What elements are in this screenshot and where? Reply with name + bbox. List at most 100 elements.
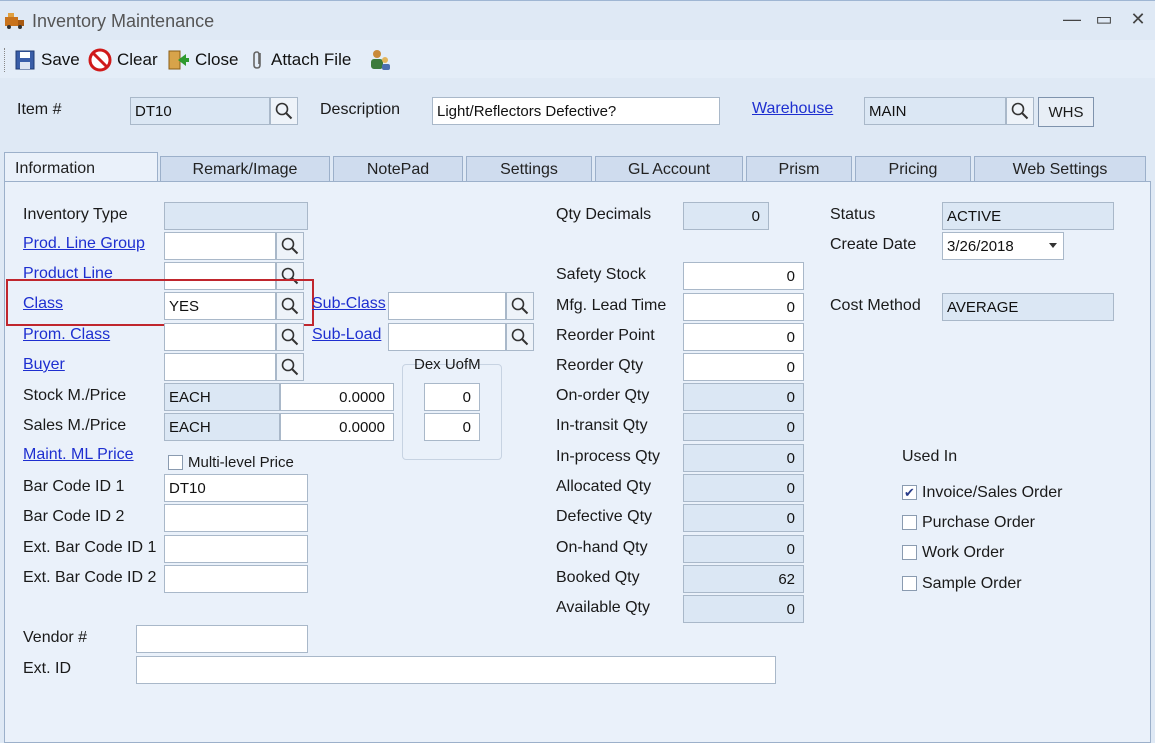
save-label: Save bbox=[41, 50, 80, 69]
sub-class-search-button[interactable] bbox=[506, 292, 534, 320]
warehouse-link[interactable]: Warehouse bbox=[752, 100, 833, 118]
used-in-label: Used In bbox=[902, 448, 958, 465]
tab-prism[interactable]: Prism bbox=[746, 156, 852, 184]
ext-id-field[interactable] bbox=[136, 656, 776, 684]
create-date-value: 3/26/2018 bbox=[947, 238, 1014, 255]
cost-method-field[interactable]: AVERAGE bbox=[942, 293, 1114, 321]
search-icon bbox=[281, 328, 299, 346]
reorder-qty-field[interactable]: 0 bbox=[683, 353, 804, 381]
qty-decimals-field[interactable]: 0 bbox=[683, 202, 769, 230]
work-order-label: Work Order bbox=[922, 544, 1005, 561]
sales-unit-field[interactable]: EACH bbox=[164, 413, 280, 441]
in-process-qty-label: In-process Qty bbox=[556, 448, 661, 465]
safety-stock-field[interactable]: 0 bbox=[683, 262, 804, 290]
tab-remark-image[interactable]: Remark/Image bbox=[160, 156, 330, 184]
sample-order-checkbox[interactable] bbox=[902, 576, 917, 591]
minimize-button[interactable]: — bbox=[1060, 9, 1084, 30]
defective-qty-field[interactable]: 0 bbox=[683, 504, 804, 532]
tab-web-settings[interactable]: Web Settings bbox=[974, 156, 1146, 184]
item-search-button[interactable] bbox=[270, 97, 298, 125]
mfg-lead-time-field[interactable]: 0 bbox=[683, 293, 804, 321]
chevron-down-icon[interactable] bbox=[1049, 243, 1057, 248]
booked-qty-field[interactable]: 62 bbox=[683, 565, 804, 593]
maint-ml-price-link[interactable]: Maint. ML Price bbox=[23, 446, 134, 464]
toolbar-grip bbox=[4, 48, 6, 72]
bar-code-2-label: Bar Code ID 2 bbox=[23, 508, 125, 525]
sales-dex-field[interactable]: 0 bbox=[424, 413, 480, 441]
toolbar: Save Clear Close Attach File bbox=[0, 40, 1155, 78]
work-order-checkbox[interactable] bbox=[902, 545, 917, 560]
reorder-point-field[interactable]: 0 bbox=[683, 323, 804, 351]
prod-line-group-search-button[interactable] bbox=[276, 232, 304, 260]
warehouse-field[interactable]: MAIN bbox=[864, 97, 1006, 125]
sub-load-link[interactable]: Sub-Load bbox=[312, 326, 381, 344]
safety-stock-label: Safety Stock bbox=[556, 266, 646, 283]
allocated-qty-field[interactable]: 0 bbox=[683, 474, 804, 502]
tab-information[interactable]: Information bbox=[4, 152, 158, 184]
close-window-button[interactable]: ✕ bbox=[1126, 9, 1150, 30]
search-icon bbox=[1011, 102, 1029, 120]
sub-class-field[interactable] bbox=[388, 292, 506, 320]
mfg-lead-time-label: Mfg. Lead Time bbox=[556, 297, 667, 314]
in-transit-qty-field[interactable]: 0 bbox=[683, 413, 804, 441]
stock-dex-field[interactable]: 0 bbox=[424, 383, 480, 411]
available-qty-field[interactable]: 0 bbox=[683, 595, 804, 623]
item-number-field[interactable]: DT10 bbox=[130, 97, 270, 125]
in-process-qty-field[interactable]: 0 bbox=[683, 444, 804, 472]
prod-line-group-link[interactable]: Prod. Line Group bbox=[23, 235, 145, 253]
whs-button[interactable]: WHS bbox=[1038, 97, 1094, 127]
prom-class-field[interactable] bbox=[164, 323, 276, 351]
buyer-field[interactable] bbox=[164, 353, 276, 381]
tab-pricing[interactable]: Pricing bbox=[855, 156, 971, 184]
dex-uofm-label: Dex UofM bbox=[414, 356, 481, 373]
ext-id-label: Ext. ID bbox=[23, 660, 72, 677]
ext-bar-code-2-field[interactable] bbox=[164, 565, 308, 593]
buyer-search-button[interactable] bbox=[276, 353, 304, 381]
sub-class-link[interactable]: Sub-Class bbox=[312, 295, 386, 313]
invoice-sales-order-checkbox[interactable]: ✔ bbox=[902, 485, 917, 500]
buyer-link[interactable]: Buyer bbox=[23, 356, 65, 374]
no-entry-icon bbox=[88, 48, 112, 72]
tab-settings[interactable]: Settings bbox=[466, 156, 592, 184]
on-hand-qty-field[interactable]: 0 bbox=[683, 535, 804, 563]
prod-line-group-field[interactable] bbox=[164, 232, 276, 260]
sub-load-field[interactable] bbox=[388, 323, 506, 351]
tab-notepad[interactable]: NotePad bbox=[333, 156, 463, 184]
sub-load-search-button[interactable] bbox=[506, 323, 534, 351]
users-tool-button[interactable] bbox=[368, 48, 397, 72]
attach-file-label: Attach File bbox=[271, 50, 352, 69]
purchase-order-checkbox[interactable] bbox=[902, 515, 917, 530]
vendor-number-field[interactable] bbox=[136, 625, 308, 653]
stock-unit-field[interactable]: EACH bbox=[164, 383, 280, 411]
on-order-qty-field[interactable]: 0 bbox=[683, 383, 804, 411]
save-button[interactable]: Save bbox=[14, 48, 80, 72]
stock-price-field[interactable]: 0.0000 bbox=[280, 383, 394, 411]
on-order-qty-label: On-order Qty bbox=[556, 387, 650, 404]
sales-price-field[interactable]: 0.0000 bbox=[280, 413, 394, 441]
ext-bar-code-1-label: Ext. Bar Code ID 1 bbox=[23, 539, 157, 556]
prom-class-link[interactable]: Prom. Class bbox=[23, 326, 110, 344]
inventory-type-field[interactable] bbox=[164, 202, 308, 230]
sales-price-label: Sales M./Price bbox=[23, 417, 127, 434]
multi-level-price-checkbox[interactable] bbox=[168, 455, 183, 470]
ext-bar-code-1-field[interactable] bbox=[164, 535, 308, 563]
status-field[interactable]: ACTIVE bbox=[942, 202, 1114, 230]
prom-class-search-button[interactable] bbox=[276, 323, 304, 351]
bar-code-1-field[interactable]: DT10 bbox=[164, 474, 308, 502]
search-icon bbox=[281, 237, 299, 255]
bar-code-2-field[interactable] bbox=[164, 504, 308, 532]
warehouse-search-button[interactable] bbox=[1006, 97, 1034, 125]
search-icon bbox=[511, 328, 529, 346]
close-button[interactable]: Close bbox=[166, 48, 238, 72]
clear-button[interactable]: Clear bbox=[88, 48, 158, 72]
create-date-field[interactable]: 3/26/2018 bbox=[942, 232, 1064, 260]
attach-file-button[interactable]: Attach File bbox=[250, 48, 351, 72]
description-field[interactable]: Light/Reflectors Defective? bbox=[432, 97, 720, 125]
tab-gl-account[interactable]: GL Account bbox=[595, 156, 743, 184]
description-label: Description bbox=[320, 101, 401, 118]
tab-strip: Information Remark/Image NotePad Setting… bbox=[0, 152, 1155, 184]
cost-method-label: Cost Method bbox=[830, 297, 921, 314]
maximize-button[interactable]: ▭ bbox=[1092, 9, 1116, 30]
clear-label: Clear bbox=[117, 50, 158, 69]
search-icon bbox=[511, 297, 529, 315]
